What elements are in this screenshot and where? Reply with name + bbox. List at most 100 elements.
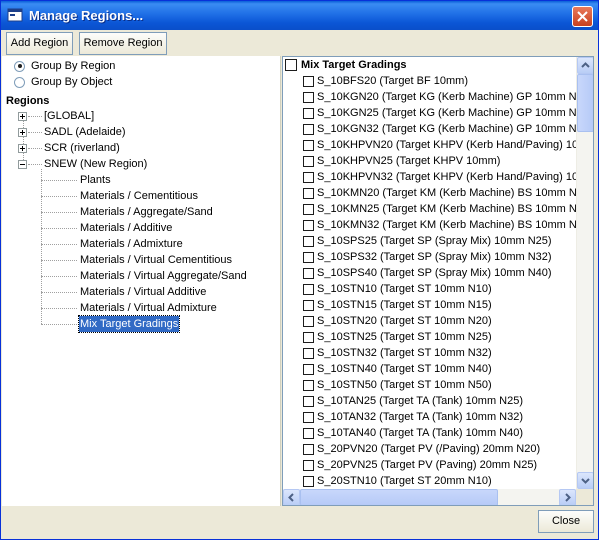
grading-checkbox[interactable] [303,443,314,455]
grading-item[interactable]: S_10KMN20 (Target KM (Kerb Machine) BS 1… [303,185,589,201]
grading-checkbox[interactable] [303,363,314,375]
title-bar[interactable]: Manage Regions... [1,1,598,30]
horizontal-scrollbar[interactable] [283,489,576,505]
collapse-icon[interactable] [18,160,27,169]
remove-region-button[interactable]: Remove Region [79,32,167,55]
chevron-down-icon [581,478,590,484]
grading-checkbox[interactable] [303,235,314,247]
grading-item[interactable]: S_10STN25 (Target ST 10mm N25) [303,329,492,345]
grading-label: S_10STN40 (Target ST 10mm N40) [317,363,492,375]
scroll-up-button[interactable] [577,57,593,74]
grading-item[interactable]: S_10BFS20 (Target BF 10mm) [303,73,468,89]
group-by-region-option[interactable]: Group By Region [14,59,115,73]
grading-label: S_20STN10 (Target ST 20mm N10) [317,475,492,487]
grading-item[interactable]: S_10KGN25 (Target KG (Kerb Machine) GP 1… [303,105,589,121]
grading-checkbox[interactable] [303,107,314,119]
group-by-region-radio[interactable] [14,60,25,72]
grading-label: S_10KHPVN32 (Target KHPV (Kerb Hand/Pavi… [317,171,594,183]
grading-checkbox[interactable] [303,379,314,391]
grading-item[interactable]: S_10KHPVN20 (Target KHPV (Kerb Hand/Pavi… [303,137,594,153]
scroll-left-button[interactable] [283,489,300,505]
group-by-object-label: Group By Object [31,76,113,88]
grading-checkbox[interactable] [303,299,314,311]
scroll-right-button[interactable] [559,489,576,505]
grading-item[interactable]: S_20PVN20 (Target PV (/Paving) 20mm N20) [303,441,540,457]
grading-item[interactable]: S_10SPS25 (Target SP (Spray Mix) 10mm N2… [303,233,552,249]
gradings-group-header[interactable]: Mix Target Gradings [285,58,407,72]
grading-item[interactable]: S_10TAN32 (Target TA (Tank) 10mm N32) [303,409,523,425]
grading-label: S_10TAN32 (Target TA (Tank) 10mm N32) [317,411,524,423]
grading-label: S_10KHPVN25 (Target KHPV 10mm) [317,155,501,167]
add-region-button[interactable]: Add Region [6,32,73,55]
grading-item[interactable]: S_10KGN32 (Target KG (Kerb Machine) GP 1… [303,121,589,137]
grading-checkbox[interactable] [303,155,314,167]
group-by-object-radio[interactable] [14,76,25,88]
grading-label: S_10STN15 (Target ST 10mm N15) [317,299,492,311]
grading-checkbox[interactable] [303,283,314,295]
grading-checkbox[interactable] [303,459,314,471]
grading-item[interactable]: S_10STN20 (Target ST 10mm N20) [303,313,492,329]
horizontal-scroll-thumb[interactable] [300,489,498,505]
grading-item[interactable]: S_10TAN25 (Target TA (Tank) 10mm N25) [303,393,523,409]
grading-checkbox[interactable] [303,331,314,343]
close-window-button[interactable] [572,6,593,27]
chevron-right-icon [565,493,571,502]
expand-icon[interactable] [18,144,27,153]
grading-checkbox[interactable] [303,395,314,407]
grading-item[interactable]: S_10STN15 (Target ST 10mm N15) [303,297,492,313]
tree-line [23,116,25,164]
grading-label: S_10KMN32 (Target KM (Kerb Machine) BS 1… [317,219,590,231]
grading-checkbox[interactable] [303,75,314,87]
grading-item[interactable]: S_10KHPVN32 (Target KHPV (Kerb Hand/Pavi… [303,169,594,185]
grading-item[interactable]: S_20STN10 (Target ST 20mm N10) [303,473,492,489]
scroll-corner [576,489,593,505]
grading-item[interactable]: S_10SPS32 (Target SP (Spray Mix) 10mm N3… [303,249,552,265]
grading-label: S_10SPS25 (Target SP (Spray Mix) 10mm N2… [317,235,552,247]
grading-label: S_10STN25 (Target ST 10mm N25) [317,331,492,343]
grading-checkbox[interactable] [303,267,314,279]
scroll-down-button[interactable] [577,472,593,489]
grading-checkbox[interactable] [303,475,314,487]
grading-item[interactable]: S_20PVN25 (Target PV (Paving) 20mm N25) [303,457,537,473]
grading-checkbox[interactable] [303,347,314,359]
grading-item[interactable]: S_10STN40 (Target ST 10mm N40) [303,361,492,377]
grading-item[interactable]: S_10KGN20 (Target KG (Kerb Machine) GP 1… [303,89,589,105]
grading-checkbox[interactable] [303,411,314,423]
expand-icon[interactable] [18,128,27,137]
grading-label: S_10SPS32 (Target SP (Spray Mix) 10mm N3… [317,251,552,263]
app-icon [7,8,23,22]
vertical-scrollbar[interactable] [576,57,593,489]
expand-icon[interactable] [18,112,27,121]
grading-item[interactable]: S_10STN50 (Target ST 10mm N50) [303,377,492,393]
grading-checkbox[interactable] [303,251,314,263]
grading-label: S_10SPS40 (Target SP (Spray Mix) 10mm N4… [317,267,552,279]
vertical-scroll-thumb[interactable] [577,74,593,132]
grading-item[interactable]: S_10STN32 (Target ST 10mm N32) [303,345,492,361]
group-by-region-label: Group By Region [31,60,116,72]
close-button[interactable]: Close [538,510,594,533]
grading-label: S_10KHPVN20 (Target KHPV (Kerb Hand/Pavi… [317,139,594,151]
select-all-checkbox[interactable] [285,59,297,71]
grading-item[interactable]: S_10KHPVN25 (Target KHPV 10mm) [303,153,500,169]
tree-node-label: SADL (Adelaide) [44,126,126,138]
grading-item[interactable]: S_10STN10 (Target ST 10mm N10) [303,281,492,297]
grading-checkbox[interactable] [303,203,314,215]
grading-checkbox[interactable] [303,427,314,439]
grading-item[interactable]: S_10KMN25 (Target KM (Kerb Machine) BS 1… [303,201,589,217]
grading-label: S_20PVN25 (Target PV (Paving) 20mm N25) [317,459,538,471]
grading-checkbox[interactable] [303,123,314,135]
window-title: Manage Regions... [29,8,144,23]
grading-item[interactable]: S_10TAN40 (Target TA (Tank) 10mm N40) [303,425,523,441]
grading-item[interactable]: S_10SPS40 (Target SP (Spray Mix) 10mm N4… [303,265,552,281]
grading-checkbox[interactable] [303,139,314,151]
grading-checkbox[interactable] [303,171,314,183]
selected-tree-label: Mix Target Gradings [77,315,181,333]
grading-item[interactable]: S_10KMN32 (Target KM (Kerb Machine) BS 1… [303,217,589,233]
grading-checkbox[interactable] [303,187,314,199]
grading-checkbox[interactable] [303,315,314,327]
grading-label: S_10KMN25 (Target KM (Kerb Machine) BS 1… [317,203,590,215]
grading-checkbox[interactable] [303,219,314,231]
grading-checkbox[interactable] [303,91,314,103]
group-by-object-option[interactable]: Group By Object [14,75,112,89]
grading-label: S_10KGN20 (Target KG (Kerb Machine) GP 1… [317,91,589,103]
